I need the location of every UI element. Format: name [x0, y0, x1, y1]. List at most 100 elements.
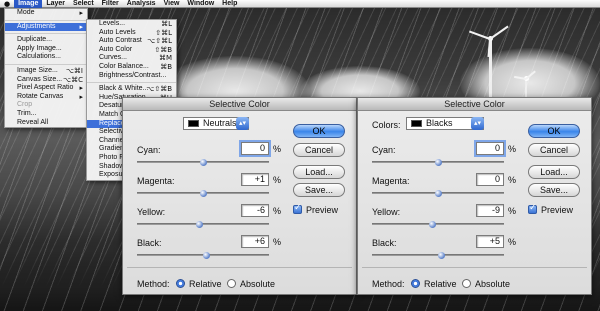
magenta-input[interactable]: +1 [241, 173, 269, 186]
ok-button[interactable]: OK [528, 124, 580, 138]
menu-item-adjustments[interactable]: Adjustments ▸ [5, 22, 87, 32]
slider-thumb[interactable] [437, 252, 445, 259]
menu-item-label: Curves... [99, 54, 128, 62]
menu-layer[interactable]: Layer [42, 0, 69, 8]
menu-item-apply-image[interactable]: Apply Image... [5, 45, 87, 54]
menu-filter[interactable]: Filter [98, 0, 123, 8]
menu-window[interactable]: Window [183, 0, 218, 8]
colors-select[interactable]: Blacks ▴▾ [406, 117, 484, 130]
submenu-arrow-icon: ▸ [79, 9, 83, 17]
yellow-slider[interactable] [137, 221, 269, 228]
cancel-button[interactable]: Cancel [528, 143, 580, 157]
menu-item-brightness-contrast[interactable]: Brightness/Contrast... [87, 72, 176, 81]
method-label: Method: [137, 279, 170, 289]
menu-item-label: Brightness/Contrast... [99, 71, 167, 79]
colors-select[interactable]: Neutrals ▴▾ [183, 117, 249, 130]
percent-label: % [508, 175, 517, 185]
shortcut: ⌘B [160, 62, 172, 71]
menu-item-auto-color[interactable]: Auto Color ⇧⌘B [87, 46, 176, 55]
menu-select[interactable]: Select [69, 0, 98, 8]
cyan-slider[interactable] [372, 159, 504, 166]
absolute-label: Absolute [240, 279, 276, 289]
menu-item-auto-levels[interactable]: Auto Levels ⇧⌘L [87, 29, 176, 38]
black-slider[interactable] [372, 252, 504, 259]
cyan-input[interactable]: 0 [476, 142, 504, 155]
black-slider[interactable] [137, 252, 269, 259]
yellow-input[interactable]: -9 [476, 204, 504, 217]
preview-checkbox[interactable] [528, 203, 537, 214]
percent-label: % [508, 144, 517, 154]
menu-item-image-size[interactable]: Image Size... ⌥⌘I [5, 67, 87, 76]
menu-item-label: Black & White... [99, 85, 149, 93]
dialog-title: Selective Color [123, 98, 356, 111]
save-button[interactable]: Save... [293, 183, 345, 197]
shortcut: ⌥⌘C [63, 75, 83, 84]
preview-checkbox[interactable] [293, 203, 302, 214]
shortcut: ⌥⇧⌘L [147, 37, 172, 46]
black-label: Black: [372, 238, 397, 248]
menu-item-curves[interactable]: Curves... ⌘M [87, 54, 176, 63]
menu-item-label: Mode [17, 9, 35, 16]
yellow-label: Yellow: [372, 207, 401, 217]
menu-item-label: Rotate Canvas [17, 92, 64, 100]
yellow-input[interactable]: -6 [241, 204, 269, 217]
slider-thumb[interactable] [203, 252, 211, 259]
absolute-radio[interactable] [227, 279, 236, 288]
divider [362, 267, 587, 268]
save-button[interactable]: Save... [528, 183, 580, 197]
menu-image[interactable]: Image [14, 0, 43, 8]
cyan-input[interactable]: 0 [241, 142, 269, 155]
menu-item-trim[interactable]: Trim... [5, 110, 87, 119]
relative-radio[interactable] [176, 279, 185, 288]
select-arrow-icon: ▴▾ [471, 117, 484, 130]
absolute-radio[interactable] [462, 279, 471, 288]
menu-item-mode[interactable]: Mode ▸ [5, 9, 87, 18]
menu-bar: ● Image Layer Select Filter Analysis View Windo… [0, 0, 600, 8]
menu-item-label: Canvas Size... [17, 75, 63, 83]
load-button[interactable]: Load... [293, 165, 345, 179]
cancel-button[interactable]: Cancel [293, 143, 345, 157]
black-input[interactable]: +5 [476, 235, 504, 248]
menu-item-calculations[interactable]: Calculations... [5, 53, 87, 62]
yellow-slider[interactable] [372, 221, 504, 228]
menu-item-label: Auto Color [99, 45, 133, 53]
magenta-slider[interactable] [137, 190, 269, 197]
slider-thumb[interactable] [428, 221, 436, 228]
menu-item-label: Auto Levels [99, 28, 136, 36]
load-button[interactable]: Load... [528, 165, 580, 179]
menu-view[interactable]: View [160, 0, 184, 8]
cyan-slider[interactable] [137, 159, 269, 166]
apple-icon[interactable]: ● [0, 0, 14, 8]
magenta-slider[interactable] [372, 190, 504, 197]
shortcut: ⌘L [161, 20, 172, 28]
cyan-label: Cyan: [372, 145, 396, 155]
menu-item-black-white[interactable]: Black & White... ⌥⇧⌘B [87, 85, 176, 94]
select-arrow-icon: ▴▾ [236, 117, 249, 130]
menu-item-auto-contrast[interactable]: Auto Contrast ⌥⇧⌘L [87, 37, 176, 46]
slider-thumb[interactable] [200, 190, 208, 197]
menu-item-rotate-canvas[interactable]: Rotate Canvas ▸ [5, 93, 87, 102]
ok-button[interactable]: OK [293, 124, 345, 138]
menu-item-color-balance[interactable]: Color Balance... ⌘B [87, 63, 176, 72]
color-swatch [411, 120, 422, 127]
menu-analysis[interactable]: Analysis [123, 0, 160, 8]
menu-item-reveal-all[interactable]: Reveal All [5, 119, 87, 128]
black-input[interactable]: +6 [241, 235, 269, 248]
slider-thumb[interactable] [195, 221, 203, 228]
magenta-input[interactable]: 0 [476, 173, 504, 186]
slider-thumb[interactable] [199, 159, 207, 166]
selective-color-dialog-left: Selective Color Neutrals ▴▾ OK Cancel Lo… [122, 97, 357, 295]
percent-label: % [508, 206, 517, 216]
menu-item-label: Levels... [99, 20, 126, 27]
menu-item-pixel-aspect-ratio[interactable]: Pixel Aspect Ratio ▸ [5, 84, 87, 93]
dialog-title: Selective Color [358, 98, 591, 111]
slider-thumb[interactable] [434, 159, 442, 166]
menu-item-canvas-size[interactable]: Canvas Size... ⌥⌘C [5, 76, 87, 85]
menu-item-levels[interactable]: Levels... ⌘L [87, 20, 176, 29]
menu-item-duplicate[interactable]: Duplicate... [5, 36, 87, 45]
menu-help[interactable]: Help [218, 0, 241, 8]
percent-label: % [508, 237, 517, 247]
relative-radio[interactable] [411, 279, 420, 288]
menu-item-label: Trim... [17, 109, 37, 117]
slider-thumb[interactable] [434, 190, 442, 197]
